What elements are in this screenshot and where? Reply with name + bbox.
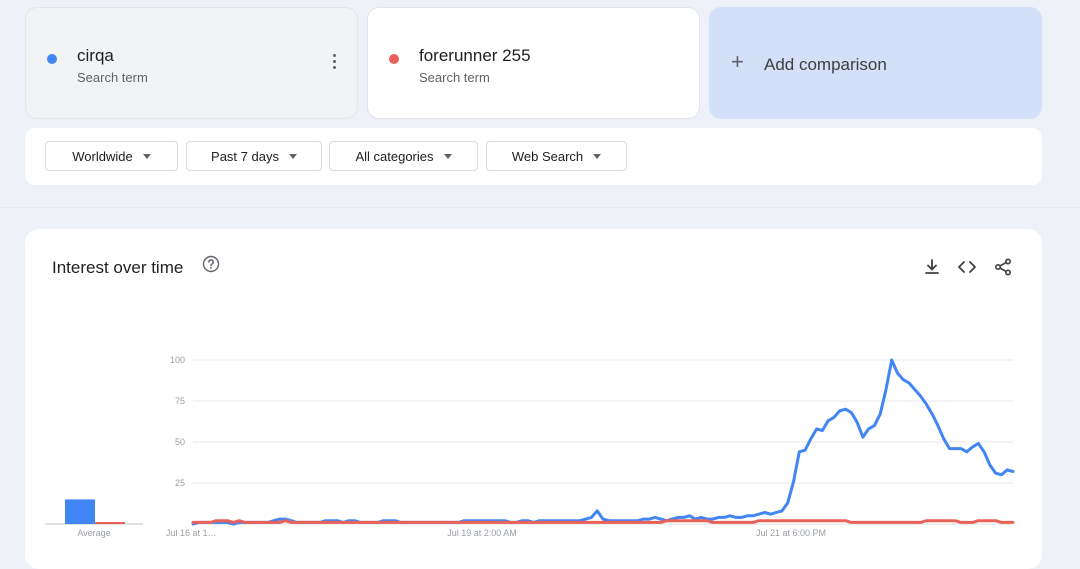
x-tick-label: Jul 21 at 6:00 PM [756, 528, 826, 538]
dropdown-arrow-icon [593, 153, 602, 159]
search-type-value: Web Search [511, 148, 584, 164]
filter-bar: Worldwide Past 7 days All categories Web… [25, 128, 1042, 185]
average-bar [65, 499, 95, 524]
time-range-value: Past 7 days [211, 148, 279, 164]
interest-chart: 25 50 75 100 Jul 16 at 1… Jul 19 at 2:00 AM Ju… [45, 355, 1015, 538]
category-value: All categories [355, 148, 434, 164]
x-tick-label: Jul 16 at 1… [166, 528, 217, 538]
search-type-dropdown[interactable]: Web Search [486, 141, 627, 171]
interest-over-time-panel: Interest over time 25 50 75 100 Jul 16 at 1…… [25, 229, 1042, 569]
add-comparison-label: Add comparison [764, 55, 887, 74]
add-comparison-button[interactable]: + Add comparison [709, 7, 1042, 119]
x-tick-label: Jul 19 at 2:00 AM [447, 528, 517, 538]
term-type-label: Search term [419, 70, 490, 85]
region-dropdown[interactable]: Worldwide [45, 141, 178, 171]
term-card-cirqa[interactable]: cirqa Search term [25, 7, 358, 119]
term-card-forerunner-255[interactable]: forerunner 255 Search term [367, 7, 700, 119]
y-tick-label: 75 [175, 396, 185, 406]
average-bar [95, 522, 125, 524]
y-tick-label: 25 [175, 478, 185, 488]
category-dropdown[interactable]: All categories [329, 141, 478, 171]
series-color-dot [47, 54, 57, 64]
time-range-dropdown[interactable]: Past 7 days [186, 141, 322, 171]
region-value: Worldwide [72, 148, 133, 164]
average-label: Average [77, 528, 110, 538]
dropdown-arrow-icon [142, 153, 151, 159]
term-name[interactable]: cirqa [77, 46, 114, 66]
plus-icon: + [731, 49, 744, 74]
term-type-label: Search term [77, 70, 148, 85]
y-tick-label: 50 [175, 437, 185, 447]
section-divider [0, 207, 1080, 208]
dropdown-arrow-icon [443, 153, 452, 159]
dropdown-arrow-icon [288, 153, 297, 159]
more-options-icon[interactable] [333, 54, 337, 70]
series-color-dot [389, 54, 399, 64]
series-line-forerunner-255 [191, 519, 1015, 524]
term-name[interactable]: forerunner 255 [419, 46, 531, 66]
y-tick-label: 100 [170, 355, 185, 365]
